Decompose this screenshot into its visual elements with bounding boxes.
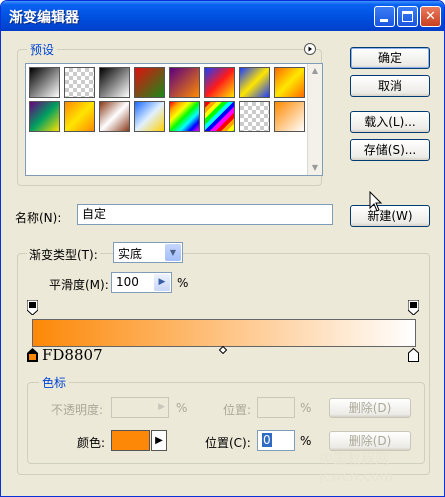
name-input[interactable]: 自定 (77, 204, 333, 225)
preset-swatch[interactable] (169, 101, 200, 132)
minimize-icon (380, 19, 388, 22)
smoothness-label: 平滑度(M): (49, 278, 109, 292)
preset-swatch[interactable] (29, 101, 60, 132)
preset-swatch[interactable] (169, 67, 200, 98)
preset-swatch[interactable] (29, 67, 60, 98)
color-stop-hex: FD8807 (42, 346, 103, 364)
opacity-stop-right[interactable] (408, 300, 419, 315)
smoothness-input[interactable]: 100 ▶ (111, 272, 172, 293)
preset-swatch[interactable] (204, 67, 235, 98)
preset-swatch[interactable] (274, 101, 305, 132)
opacity-stop-left[interactable] (27, 300, 38, 315)
color-location-unit: % (300, 434, 312, 448)
preset-swatch[interactable] (134, 101, 165, 132)
opacity-unit: % (176, 401, 188, 415)
smoothness-value[interactable]: 100 (116, 275, 139, 289)
preset-swatch[interactable] (134, 67, 165, 98)
chevron-down-icon[interactable]: ▼ (165, 244, 181, 261)
watermark: 中国教程网 jcwcn.com (319, 452, 393, 485)
opacity-location-input[interactable] (257, 397, 295, 418)
opacity-location-label: 位置: (223, 403, 252, 417)
opacity-label: 不透明度: (51, 403, 104, 417)
opacity-input[interactable]: ▶ (111, 397, 169, 418)
preset-swatch[interactable] (64, 101, 95, 132)
smoothness-unit: % (177, 276, 189, 290)
cancel-button[interactable]: 取消 (350, 75, 430, 97)
stops-label: 色标 (39, 374, 70, 391)
preset-swatch[interactable] (239, 101, 270, 132)
color-location-value: 0 (262, 433, 272, 447)
slider-arrow-icon[interactable]: ▶ (154, 274, 170, 291)
minimize-button[interactable] (374, 6, 395, 27)
gradient-type-label: 渐变类型(T): (27, 246, 100, 263)
close-icon: ✕ (425, 9, 436, 24)
delete-color-stop-button[interactable]: 删除(D) (329, 431, 411, 451)
save-button[interactable]: 存储(S)... (350, 139, 430, 161)
opacity-location-unit: % (300, 401, 312, 415)
color-menu-button[interactable]: ▶ (151, 430, 167, 451)
gradient-type-value: 实底 (118, 247, 143, 261)
presets-label: 预设 (27, 41, 58, 58)
preset-swatch[interactable] (274, 67, 305, 98)
preset-swatch-list: ▲ ▼ (25, 63, 323, 176)
delete-opacity-stop-button[interactable]: 删除(D) (329, 398, 411, 418)
color-stop-left[interactable] (27, 348, 38, 362)
preset-swatch[interactable] (239, 67, 270, 98)
opacity-arrow-icon: ▶ (158, 402, 165, 412)
gradient-preview-bar[interactable] (32, 319, 416, 347)
ok-button[interactable]: 确定 (350, 47, 430, 69)
gradient-type-select[interactable]: 实底 ▼ (113, 242, 183, 263)
swatch-scrollbar[interactable]: ▲ ▼ (307, 64, 322, 175)
window-title: 渐变编辑器 (9, 10, 79, 26)
new-button[interactable]: 新建(W) (350, 205, 430, 227)
triangle-right-icon: ▶ (155, 435, 163, 446)
color-label: 颜色: (77, 436, 106, 450)
maximize-icon (402, 11, 413, 22)
load-button[interactable]: 载入(L)... (350, 111, 430, 133)
title-bar[interactable]: 渐变编辑器 ✕ (1, 1, 444, 31)
name-label: 名称(N): (15, 211, 62, 225)
preset-swatch[interactable] (64, 67, 95, 98)
gradient-editor-window: 渐变编辑器 ✕ 预设 ▲ ▼ 确定 取消 载入(L)... 存储(S)... 新… (0, 0, 445, 497)
color-location-label: 位置(C): (205, 436, 251, 450)
scroll-down-icon[interactable]: ▼ (308, 161, 322, 175)
scroll-up-icon[interactable]: ▲ (308, 64, 322, 78)
presets-menu-icon[interactable] (304, 43, 316, 55)
stop-color-swatch[interactable] (111, 430, 150, 451)
color-location-input[interactable]: 0 (257, 430, 295, 451)
maximize-button[interactable] (397, 6, 418, 27)
close-button[interactable]: ✕ (420, 6, 441, 27)
preset-swatch[interactable] (204, 101, 235, 132)
color-stop-right[interactable] (408, 348, 419, 362)
preset-swatch[interactable] (99, 101, 130, 132)
mouse-cursor-icon (369, 191, 383, 212)
midpoint-diamond-icon[interactable] (219, 346, 227, 354)
preset-swatch[interactable] (99, 67, 130, 98)
